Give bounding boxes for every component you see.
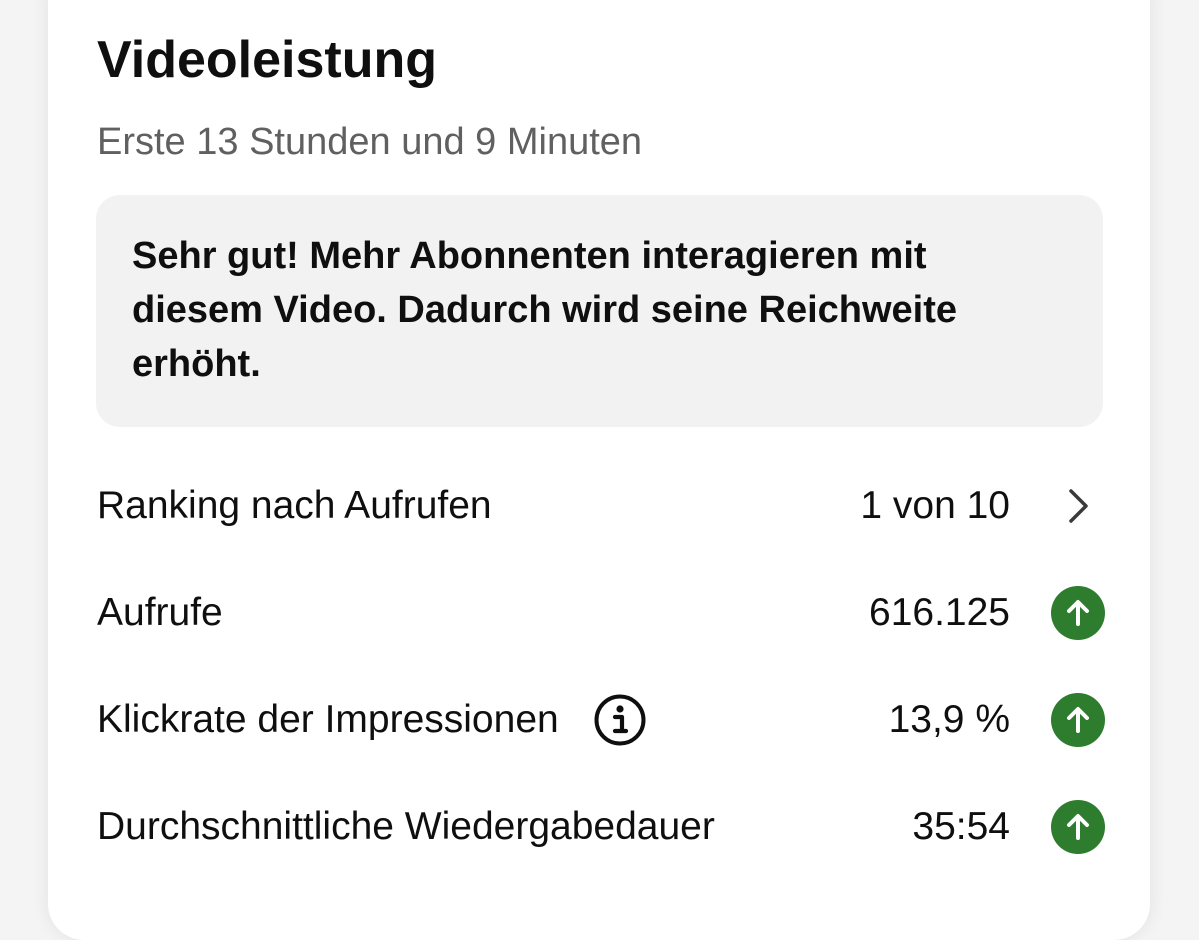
avg-duration-value: 35:54	[912, 805, 1010, 848]
performance-notice: Sehr gut! Mehr Abonnenten interagieren m…	[96, 195, 1103, 427]
card-subtitle: Erste 13 Stunden und 9 Minuten	[97, 121, 643, 163]
ctr-row: Klickrate der Impressionen 13,9 %	[97, 690, 1107, 750]
views-row: Aufrufe 616.125	[97, 583, 1107, 643]
ranking-value: 1 von 10	[860, 484, 1010, 527]
avg-duration-label: Durchschnittliche Wiedergabedauer	[97, 805, 715, 848]
chevron-right-icon[interactable]	[1049, 477, 1107, 535]
arrow-up-circle-icon	[1051, 800, 1105, 854]
ranking-row[interactable]: Ranking nach Aufrufen 1 von 10	[97, 476, 1107, 536]
ctr-label: Klickrate der Impressionen	[97, 698, 559, 741]
views-value: 616.125	[869, 591, 1010, 634]
info-icon[interactable]	[593, 693, 647, 747]
notice-text: Sehr gut! Mehr Abonnenten interagieren m…	[132, 235, 958, 385]
card-title: Videoleistung	[97, 31, 437, 89]
arrow-up-circle-icon	[1051, 586, 1105, 640]
arrow-up-circle-icon	[1051, 693, 1105, 747]
avg-duration-row: Durchschnittliche Wiedergabedauer 35:54	[97, 797, 1107, 857]
ctr-value: 13,9 %	[888, 698, 1010, 741]
views-label: Aufrufe	[97, 591, 223, 634]
ranking-label: Ranking nach Aufrufen	[97, 484, 492, 527]
